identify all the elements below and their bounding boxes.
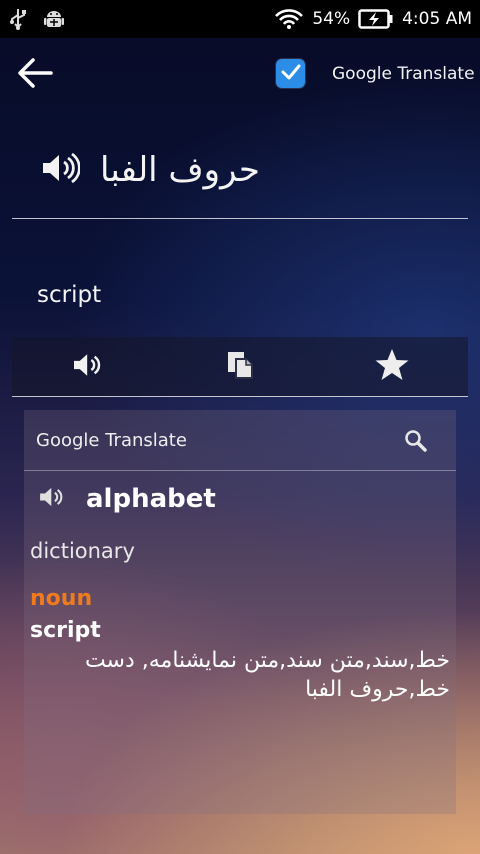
- card-title: Google Translate: [36, 430, 187, 451]
- favorite-button[interactable]: [316, 337, 468, 396]
- back-button[interactable]: [12, 54, 58, 96]
- translator-source-label: Google Translate: [332, 64, 475, 84]
- source-phrase-row: حروف الفبا: [40, 140, 260, 200]
- arrow-left-icon: [15, 56, 55, 94]
- copy-icon: [225, 350, 255, 384]
- speaker-icon[interactable]: [40, 151, 81, 189]
- divider: [12, 218, 468, 219]
- battery-charging-icon: [358, 8, 394, 30]
- result-toolbar: [12, 337, 468, 397]
- clock: 4:05 AM: [402, 9, 472, 29]
- speaker-icon: [71, 351, 105, 383]
- card-header: Google Translate: [24, 410, 456, 471]
- entry-definitions: خط,سند,متن سند,متن نمایشنامه, دست خط,حرو…: [84, 648, 450, 702]
- copy-button[interactable]: [164, 337, 316, 396]
- auto-translate-checkbox[interactable]: [276, 59, 305, 88]
- usb-icon: [8, 7, 28, 31]
- star-icon: [374, 348, 410, 386]
- entry-term: script: [30, 618, 101, 643]
- battery-percent: 54%: [312, 9, 351, 29]
- section-label: dictionary: [30, 539, 135, 563]
- action-bar: Google Translate: [0, 38, 480, 112]
- checkmark-icon: [281, 64, 301, 84]
- part-of-speech: noun: [30, 586, 93, 611]
- source-text: حروف الفبا: [100, 150, 260, 190]
- dictionary-card: Google Translate alphabet dictionary nou…: [24, 410, 456, 814]
- speak-translation-button[interactable]: [12, 337, 164, 396]
- dictionary-word: alphabet: [86, 484, 216, 514]
- word-row: alphabet: [38, 484, 216, 514]
- speaker-icon[interactable]: [38, 485, 66, 513]
- wifi-icon: [274, 8, 304, 30]
- android-debug-icon: [42, 7, 66, 31]
- translation-text: script: [37, 282, 102, 308]
- status-bar: 54% 4:05 AM: [0, 0, 480, 38]
- search-icon[interactable]: [404, 429, 428, 457]
